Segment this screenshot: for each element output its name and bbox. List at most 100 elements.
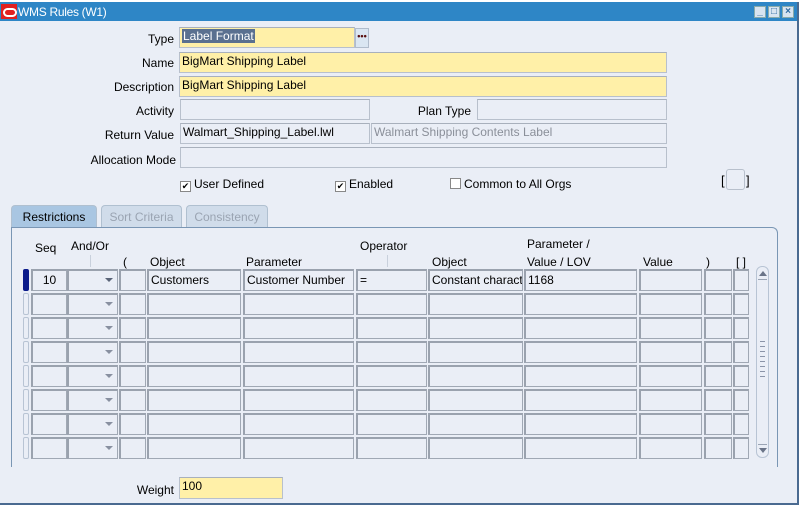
close-icon[interactable]: ×: [782, 6, 794, 18]
record-indicator[interactable]: [23, 413, 29, 435]
close-paren-cell[interactable]: [704, 437, 732, 459]
parameter-cell[interactable]: [243, 437, 354, 459]
flex-cell[interactable]: [733, 317, 749, 339]
enabled-checkbox[interactable]: ✔ Enabled: [335, 177, 393, 192]
and-or-select[interactable]: [67, 389, 118, 411]
chevron-down-icon[interactable]: [105, 446, 113, 450]
operator-cell[interactable]: [356, 317, 427, 339]
tab-restrictions[interactable]: Restrictions: [11, 205, 97, 227]
value-cell[interactable]: [639, 317, 702, 339]
flex-cell[interactable]: [733, 437, 749, 459]
open-paren-cell[interactable]: [119, 365, 146, 387]
open-paren-cell[interactable]: [119, 317, 146, 339]
parameter-cell[interactable]: Customer Number: [243, 269, 354, 291]
plan-type-field[interactable]: [477, 99, 667, 120]
common-to-all-orgs-checkbox[interactable]: Common to All Orgs: [450, 177, 571, 191]
lov-button[interactable]: •••: [355, 28, 369, 48]
close-paren-cell[interactable]: [704, 389, 732, 411]
object-2-cell[interactable]: Constant character: [428, 269, 523, 291]
close-paren-cell[interactable]: [704, 365, 732, 387]
seq-cell[interactable]: [31, 293, 67, 315]
record-indicator[interactable]: [23, 293, 29, 315]
description-field[interactable]: BigMart Shipping Label: [179, 76, 667, 97]
flex-cell[interactable]: [733, 293, 749, 315]
chevron-down-icon[interactable]: [105, 278, 113, 282]
and-or-select[interactable]: [67, 413, 118, 435]
object-2-cell[interactable]: [428, 389, 523, 411]
object-cell[interactable]: [147, 413, 241, 435]
value-cell[interactable]: [639, 437, 702, 459]
close-paren-cell[interactable]: [704, 293, 732, 315]
param-value-lov-cell[interactable]: [524, 317, 637, 339]
descriptive-flexfield[interactable]: [726, 169, 745, 190]
chevron-down-icon[interactable]: [105, 422, 113, 426]
and-or-select[interactable]: [67, 317, 118, 339]
maximize-icon[interactable]: □: [768, 6, 780, 18]
operator-cell[interactable]: [356, 413, 427, 435]
parameter-cell[interactable]: [243, 341, 354, 363]
close-paren-cell[interactable]: [704, 269, 732, 291]
seq-cell[interactable]: [31, 437, 67, 459]
weight-field[interactable]: 100: [179, 477, 283, 499]
chevron-down-icon[interactable]: [105, 302, 113, 306]
operator-cell[interactable]: =: [356, 269, 427, 291]
record-indicator[interactable]: [23, 389, 29, 411]
parameter-cell[interactable]: [243, 317, 354, 339]
object-2-cell[interactable]: [428, 341, 523, 363]
flex-cell[interactable]: [733, 269, 749, 291]
open-paren-cell[interactable]: [119, 293, 146, 315]
and-or-select[interactable]: [67, 269, 118, 291]
parameter-cell[interactable]: [243, 293, 354, 315]
tab-sort-criteria[interactable]: Sort Criteria: [101, 205, 182, 227]
value-cell[interactable]: [639, 365, 702, 387]
value-cell[interactable]: [639, 293, 702, 315]
object-2-cell[interactable]: [428, 365, 523, 387]
seq-cell[interactable]: [31, 341, 67, 363]
chevron-down-icon[interactable]: [105, 326, 113, 330]
param-value-lov-cell[interactable]: [524, 413, 637, 435]
object-cell[interactable]: [147, 317, 241, 339]
open-paren-cell[interactable]: [119, 341, 146, 363]
chevron-down-icon[interactable]: [105, 374, 113, 378]
flex-cell[interactable]: [733, 413, 749, 435]
param-value-lov-cell[interactable]: [524, 365, 637, 387]
arrow-up-icon[interactable]: [759, 271, 767, 276]
value-cell[interactable]: [639, 413, 702, 435]
object-cell[interactable]: Customers: [147, 269, 241, 291]
open-paren-cell[interactable]: [119, 389, 146, 411]
parameter-cell[interactable]: [243, 413, 354, 435]
record-indicator[interactable]: [23, 341, 29, 363]
parameter-cell[interactable]: [243, 389, 354, 411]
arrow-down-icon[interactable]: [759, 448, 767, 453]
operator-cell[interactable]: [356, 293, 427, 315]
seq-cell[interactable]: 10: [31, 269, 67, 291]
open-paren-cell[interactable]: [119, 269, 146, 291]
flex-cell[interactable]: [733, 341, 749, 363]
close-paren-cell[interactable]: [704, 413, 732, 435]
object-cell[interactable]: [147, 365, 241, 387]
object-cell[interactable]: [147, 341, 241, 363]
object-cell[interactable]: [147, 389, 241, 411]
user-defined-checkbox[interactable]: ✔ User Defined: [180, 177, 264, 192]
param-value-lov-cell[interactable]: [524, 437, 637, 459]
seq-cell[interactable]: [31, 413, 67, 435]
activity-field[interactable]: [180, 99, 370, 120]
vertical-scrollbar[interactable]: [756, 266, 769, 458]
param-value-lov-cell[interactable]: [524, 389, 637, 411]
operator-cell[interactable]: [356, 389, 427, 411]
value-cell[interactable]: [639, 389, 702, 411]
type-field[interactable]: Label Format: [179, 27, 355, 48]
and-or-select[interactable]: [67, 365, 118, 387]
value-cell[interactable]: [639, 341, 702, 363]
allocation-mode-field[interactable]: [180, 147, 667, 168]
scroll-thumb-grip[interactable]: [760, 337, 765, 381]
param-value-lov-cell[interactable]: [524, 293, 637, 315]
name-field[interactable]: BigMart Shipping Label: [179, 52, 667, 73]
and-or-select[interactable]: [67, 341, 118, 363]
seq-cell[interactable]: [31, 389, 67, 411]
return-value-field[interactable]: Walmart_Shipping_Label.lwl: [180, 123, 370, 144]
chevron-down-icon[interactable]: [105, 398, 113, 402]
tab-consistency[interactable]: Consistency: [186, 205, 268, 227]
and-or-select[interactable]: [67, 437, 118, 459]
operator-cell[interactable]: [356, 437, 427, 459]
